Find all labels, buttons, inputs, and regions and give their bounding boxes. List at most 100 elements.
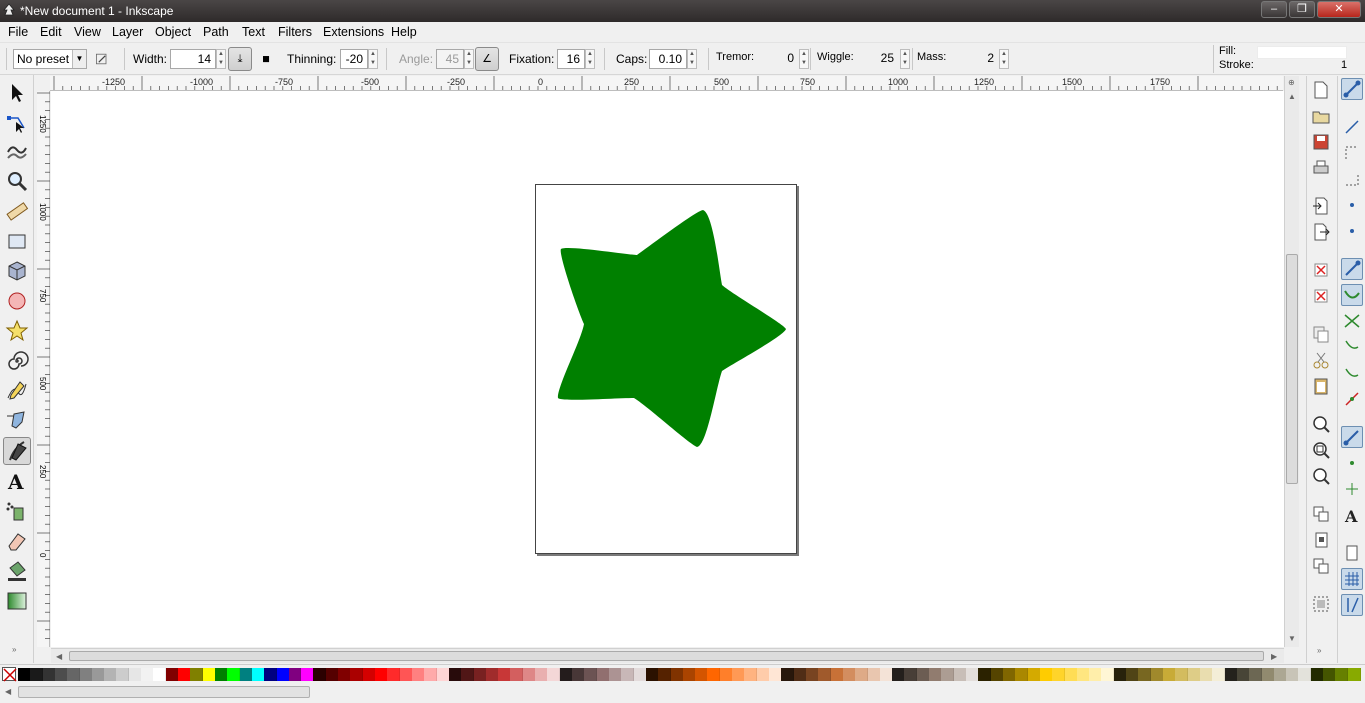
zoom-selection-icon[interactable] xyxy=(1311,414,1333,436)
palette-swatch[interactable] xyxy=(375,668,389,681)
palette-swatch[interactable] xyxy=(966,668,980,681)
palette-swatch[interactable] xyxy=(682,668,696,681)
palette-swatch[interactable] xyxy=(448,668,462,681)
star-shape[interactable] xyxy=(51,91,1284,647)
gradient-tool-icon[interactable] xyxy=(3,587,31,615)
palette-swatch[interactable] xyxy=(719,668,733,681)
palette-swatch[interactable] xyxy=(485,668,499,681)
snap-bbox-edge-icon[interactable] xyxy=(1341,142,1363,164)
new-document-icon[interactable] xyxy=(1311,80,1333,102)
duplicate-icon[interactable] xyxy=(1311,504,1333,526)
scroll-left-icon[interactable]: ◀ xyxy=(56,652,62,661)
palette-swatch[interactable] xyxy=(670,668,684,681)
palette-swatch[interactable] xyxy=(338,668,352,681)
palette-swatch[interactable] xyxy=(1163,668,1176,681)
snap-nodes-icon[interactable] xyxy=(1341,258,1363,280)
palette-swatch[interactable] xyxy=(251,668,265,681)
palette-swatch[interactable] xyxy=(461,668,475,681)
palette-swatch[interactable] xyxy=(498,668,512,681)
palette-swatch[interactable] xyxy=(18,668,31,681)
wiggle-stepper[interactable]: ▲ ▼ xyxy=(900,49,910,69)
ellipse-tool-icon[interactable] xyxy=(3,287,31,315)
commands-overflow-icon[interactable]: » xyxy=(1317,646,1321,655)
palette-swatch[interactable] xyxy=(707,668,721,681)
palette-swatch[interactable] xyxy=(424,668,438,681)
paint-bucket-tool-icon[interactable] xyxy=(3,557,31,585)
palette-swatch[interactable] xyxy=(141,668,155,681)
palette-swatch[interactable] xyxy=(264,668,278,681)
palette-swatch[interactable] xyxy=(214,668,228,681)
snap-smooth-nodes-icon[interactable] xyxy=(1341,362,1363,384)
maximize-button[interactable]: ❐ xyxy=(1289,1,1315,18)
palette-swatch[interactable] xyxy=(178,668,192,681)
palette-swatch[interactable] xyxy=(1015,668,1029,681)
palette-swatch[interactable] xyxy=(288,668,302,681)
thinning-input[interactable]: -20 xyxy=(340,49,368,69)
snap-bbox-center-icon[interactable] xyxy=(1341,220,1363,242)
palette-scroll-left-icon[interactable]: ◀ xyxy=(5,687,11,696)
spray-tool-icon[interactable] xyxy=(3,497,31,525)
palette-swatch[interactable] xyxy=(276,668,290,681)
fixation-input[interactable]: 16 xyxy=(557,49,585,69)
snap-grid-icon[interactable] xyxy=(1341,568,1363,590)
palette-swatch[interactable] xyxy=(1175,668,1189,681)
palette-swatch[interactable] xyxy=(325,668,339,681)
horizontal-scroll-thumb[interactable] xyxy=(69,651,1264,661)
palette-swatch[interactable] xyxy=(1064,668,1078,681)
snap-cusp-nodes-icon[interactable] xyxy=(1341,336,1363,358)
palette-swatch[interactable] xyxy=(732,668,746,681)
palette-swatch[interactable] xyxy=(842,668,856,681)
palette-swatch[interactable] xyxy=(1089,668,1103,681)
palette-swatch[interactable] xyxy=(67,668,81,681)
palette-swatch[interactable] xyxy=(769,668,783,681)
palette-swatch[interactable] xyxy=(695,668,709,681)
menu-filters[interactable]: Filters xyxy=(278,25,312,39)
redo-icon[interactable] xyxy=(1311,286,1333,308)
drawing-canvas[interactable] xyxy=(51,91,1284,647)
pressure-toggle-button[interactable]: ⤓ xyxy=(228,47,252,71)
3d-box-tool-icon[interactable] xyxy=(3,257,31,285)
close-button[interactable]: ✕ xyxy=(1317,1,1361,18)
palette-swatch[interactable] xyxy=(1101,668,1115,681)
menu-file[interactable]: File xyxy=(8,25,28,39)
palette-swatch[interactable] xyxy=(633,668,647,681)
scroll-right-icon[interactable]: ▶ xyxy=(1271,652,1277,661)
zoom-page-icon[interactable] xyxy=(1311,466,1333,488)
palette-swatch[interactable] xyxy=(165,668,179,681)
wiggle-input[interactable]: 25 xyxy=(860,49,898,69)
palette-swatch[interactable] xyxy=(190,668,204,681)
menu-path[interactable]: Path xyxy=(203,25,229,39)
palette-swatch[interactable] xyxy=(1199,668,1213,681)
palette-swatch[interactable] xyxy=(91,668,105,681)
palette-swatch[interactable] xyxy=(54,668,68,681)
snap-bbox-corner-icon[interactable] xyxy=(1341,168,1363,190)
copy-icon[interactable] xyxy=(1311,324,1333,346)
horizontal-scrollbar[interactable]: ◀ ▶ xyxy=(51,648,1284,663)
snap-bbox-midpoint-icon[interactable] xyxy=(1341,194,1363,216)
measure-tool-icon[interactable] xyxy=(3,197,31,225)
snap-toggle-icon[interactable] xyxy=(1341,78,1363,100)
chevron-down-icon[interactable]: ▼ xyxy=(72,50,86,68)
palette-swatch[interactable] xyxy=(387,668,401,681)
palette-swatch[interactable] xyxy=(658,668,672,681)
palette-swatch[interactable] xyxy=(116,668,130,681)
fill-swatch[interactable] xyxy=(1257,46,1347,59)
snap-text-baseline-icon[interactable]: A xyxy=(1341,504,1363,526)
node-tool-icon[interactable] xyxy=(3,109,31,137)
palette-swatch[interactable] xyxy=(793,668,807,681)
clone-icon[interactable] xyxy=(1311,530,1333,552)
paste-icon[interactable] xyxy=(1311,376,1333,398)
palette-swatch[interactable] xyxy=(1039,668,1053,681)
selector-tool-icon[interactable] xyxy=(3,79,31,107)
palette-swatch[interactable] xyxy=(584,668,598,681)
toolbox-overflow-icon[interactable]: » xyxy=(12,645,16,654)
palette-swatch[interactable] xyxy=(1187,668,1201,681)
palette-swatch[interactable] xyxy=(978,668,992,681)
snap-bbox-icon[interactable] xyxy=(1341,116,1363,138)
palette-swatch[interactable] xyxy=(1138,668,1152,681)
palette-swatch[interactable] xyxy=(522,668,536,681)
palette-swatch[interactable] xyxy=(535,668,549,681)
palette-swatch[interactable] xyxy=(621,668,635,681)
palette-swatch[interactable] xyxy=(30,668,44,681)
pencil-tool-icon[interactable] xyxy=(3,377,31,405)
